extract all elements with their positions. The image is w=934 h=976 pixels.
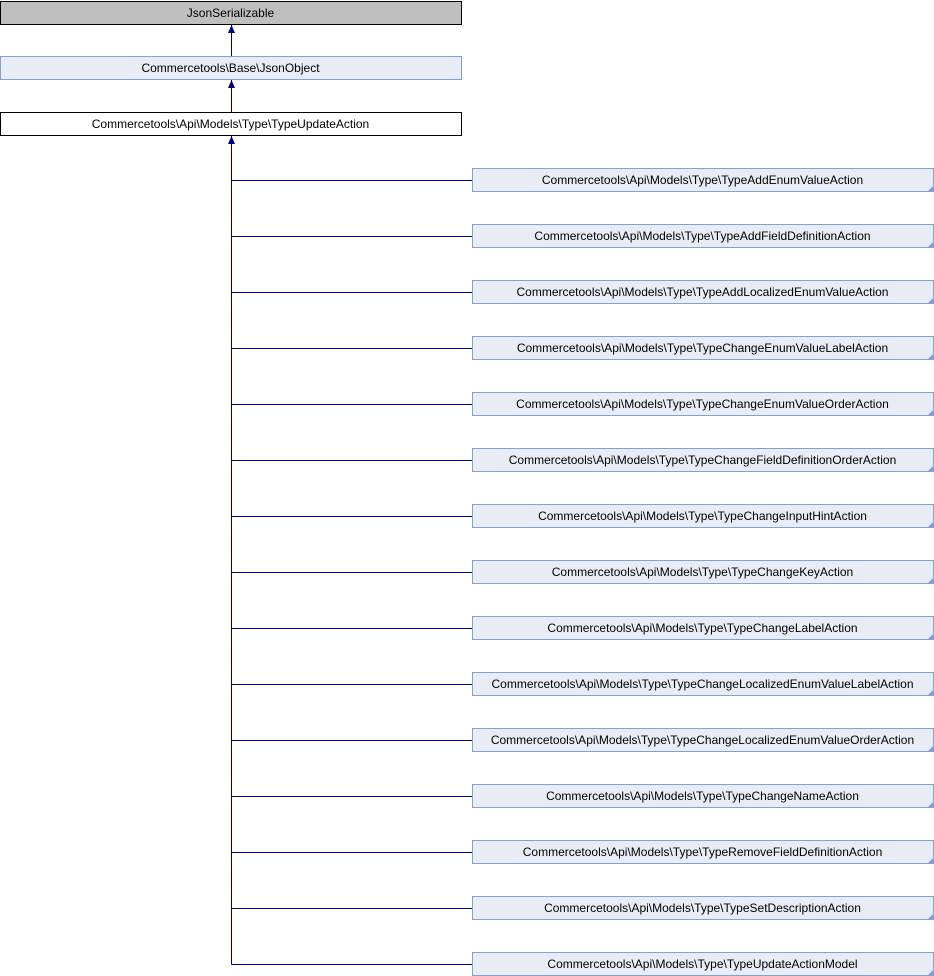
class-label: Commercetools\Api\Models\Type\TypeChange… <box>491 733 914 747</box>
class-child-10[interactable]: Commercetools\Api\Models\Type\TypeChange… <box>472 728 934 752</box>
class-label: Commercetools\Api\Models\Type\TypeSetDes… <box>544 901 861 915</box>
class-label: Commercetools\Api\Models\Type\TypeChange… <box>547 621 857 635</box>
class-label: Commercetools\Api\Models\Type\TypeRemove… <box>523 845 883 859</box>
class-child-14[interactable]: Commercetools\Api\Models\Type\TypeUpdate… <box>472 952 934 976</box>
inheritance-diagram: JsonSerializable Commercetools\Base\JsonO… <box>0 1 934 976</box>
class-child-3[interactable]: Commercetools\Api\Models\Type\TypeChange… <box>472 336 934 360</box>
class-label: Commercetools\Api\Models\Type\TypeChange… <box>538 509 867 523</box>
class-label: Commercetools\Api\Models\Type\TypeChange… <box>516 397 889 411</box>
class-child-13[interactable]: Commercetools\Api\Models\Type\TypeSetDes… <box>472 896 934 920</box>
class-child-12[interactable]: Commercetools\Api\Models\Type\TypeRemove… <box>472 840 934 864</box>
class-child-9[interactable]: Commercetools\Api\Models\Type\TypeChange… <box>472 672 934 696</box>
class-label: Commercetools\Api\Models\Type\TypeUpdate… <box>547 957 857 971</box>
class-child-7[interactable]: Commercetools\Api\Models\Type\TypeChange… <box>472 560 934 584</box>
class-jsonobject[interactable]: Commercetools\Base\JsonObject <box>0 56 462 80</box>
class-child-1[interactable]: Commercetools\Api\Models\Type\TypeAddFie… <box>472 224 934 248</box>
class-typeupdateaction[interactable]: Commercetools\Api\Models\Type\TypeUpdate… <box>0 112 462 136</box>
class-label: Commercetools\Api\Models\Type\TypeChange… <box>491 677 913 691</box>
class-label: Commercetools\Api\Models\Type\TypeAddEnu… <box>542 173 863 187</box>
class-label: Commercetools\Api\Models\Type\TypeChange… <box>509 453 897 467</box>
class-label: Commercetools\Api\Models\Type\TypeChange… <box>546 789 859 803</box>
arrowhead-icon <box>228 136 235 144</box>
class-jsonserializable: JsonSerializable <box>0 1 462 25</box>
arrowhead-icon <box>228 25 235 33</box>
arrowhead-icon <box>228 80 235 88</box>
class-label: Commercetools\Api\Models\Type\TypeChange… <box>552 565 853 579</box>
class-label: Commercetools\Api\Models\Type\TypeAddFie… <box>534 229 870 243</box>
class-child-11[interactable]: Commercetools\Api\Models\Type\TypeChange… <box>472 784 934 808</box>
class-label: JsonSerializable <box>187 6 275 20</box>
class-label: Commercetools\Api\Models\Type\TypeAddLoc… <box>517 285 889 299</box>
class-child-4[interactable]: Commercetools\Api\Models\Type\TypeChange… <box>472 392 934 416</box>
class-child-2[interactable]: Commercetools\Api\Models\Type\TypeAddLoc… <box>472 280 934 304</box>
class-label: Commercetools\Base\JsonObject <box>141 61 320 75</box>
class-child-8[interactable]: Commercetools\Api\Models\Type\TypeChange… <box>472 616 934 640</box>
class-label: Commercetools\Api\Models\Type\TypeChange… <box>517 341 888 355</box>
class-label: Commercetools\Api\Models\Type\TypeUpdate… <box>92 117 369 131</box>
class-child-6[interactable]: Commercetools\Api\Models\Type\TypeChange… <box>472 504 934 528</box>
class-child-0[interactable]: Commercetools\Api\Models\Type\TypeAddEnu… <box>472 168 934 192</box>
class-child-5[interactable]: Commercetools\Api\Models\Type\TypeChange… <box>472 448 934 472</box>
